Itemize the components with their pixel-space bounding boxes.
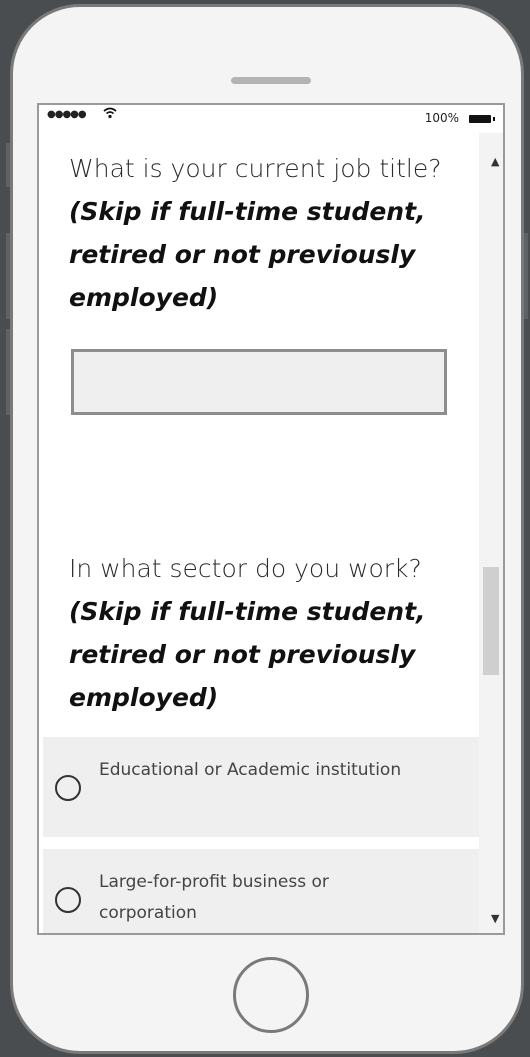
scroll-up-arrow-icon[interactable]: ▲ [491,155,499,168]
question-sector: In what sector do you work? (Skip if ful… [69,547,469,719]
phone-power-button [524,233,528,319]
scroll-down-arrow-icon[interactable]: ▼ [491,912,499,925]
question-2-text: In what sector do you work? (Skip if ful… [69,547,469,719]
battery-percentage: 100% [424,111,459,125]
question-2-skip-note: (Skip if full-time student, retired or n… [69,597,426,712]
question-2-main: In what sector do you work? [69,554,422,583]
phone-frame: ●●●●● 100% What is your current job titl… [6,4,528,1054]
phone-volume-down-button [6,329,10,415]
signal-icon: ●●●●● [47,109,87,120]
radio-button-educational[interactable] [55,775,81,801]
wifi-icon [103,107,117,123]
status-bar: ●●●●● 100% [39,105,503,133]
scroll-thumb[interactable] [483,567,499,675]
phone-screen: ●●●●● 100% What is your current job titl… [37,103,505,935]
phone-speaker [231,77,311,84]
scrollbar[interactable]: ▲ ▼ [479,133,503,933]
option-label-educational: Educational or Academic institution [99,760,402,780]
battery-icon [469,115,495,123]
job-title-input[interactable] [71,349,447,415]
radio-button-large-business[interactable] [55,887,81,913]
question-job-title: What is your current job title? (Skip if… [69,147,469,319]
question-1-skip-note: (Skip if full-time student, retired or n… [69,197,426,312]
sector-option-large-business[interactable]: Large-for-profit business or corporation [43,849,479,933]
question-1-main: What is your current job title? [69,154,442,183]
phone-side-button [6,143,10,187]
question-1-text: What is your current job title? (Skip if… [69,147,469,319]
option-label-large-business: Large-for-profit business or corporation [99,872,329,923]
phone-volume-up-button [6,233,10,319]
home-button[interactable] [233,957,309,1033]
sector-option-educational[interactable]: Educational or Academic institution [43,737,479,837]
